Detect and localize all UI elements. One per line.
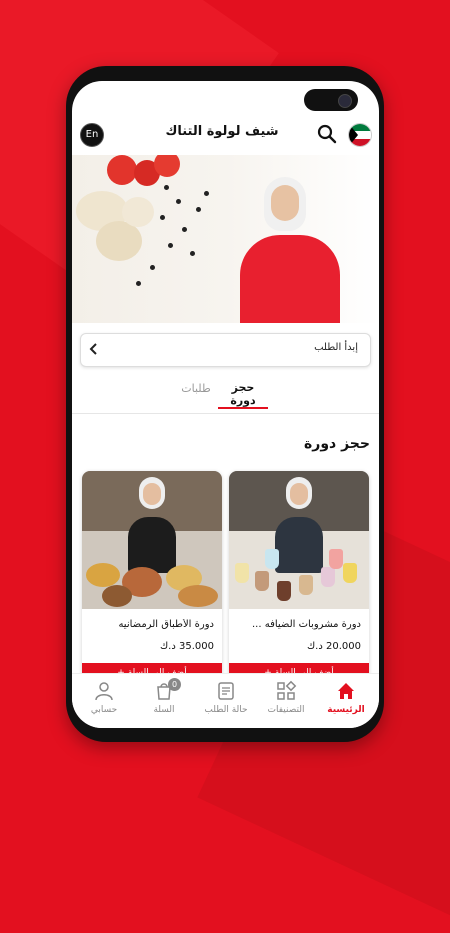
pepper-dot xyxy=(164,185,169,190)
nav-cart[interactable]: 0 السلة xyxy=(136,678,192,724)
user-icon xyxy=(95,682,113,701)
chef-photo xyxy=(271,185,299,221)
page-title: شيف لولوة التناك xyxy=(165,124,279,139)
pepper-dot xyxy=(176,199,181,204)
nav-label: التصنيفات xyxy=(267,705,305,715)
camera-icon xyxy=(338,94,352,108)
pepper-dot xyxy=(182,227,187,232)
start-order-selector[interactable]: إبدأ الطلب xyxy=(80,333,371,367)
home-icon xyxy=(338,683,354,699)
tab-bar: حجز دورة طلبات xyxy=(72,377,379,414)
pepper-dot xyxy=(168,243,173,248)
course-name: دورة الأطباق الرمضانيه xyxy=(118,619,214,630)
course-image xyxy=(229,471,369,609)
mushroom-image xyxy=(122,197,154,227)
pepper-dot xyxy=(190,251,195,256)
order-status-icon xyxy=(218,682,234,700)
course-card[interactable]: دورة الأطباق الرمضانيه 35.000 د.ك أضف إل… xyxy=(82,471,222,681)
nav-label: الرئيسية xyxy=(327,705,365,715)
cart-count-badge: 0 xyxy=(168,678,181,691)
nav-label: حسابي xyxy=(90,705,118,715)
course-name: دورة مشروبات الضيافه ... xyxy=(252,619,361,630)
nav-home[interactable]: الرئيسية xyxy=(318,680,374,724)
camera-notch xyxy=(304,89,358,111)
pepper-dot xyxy=(150,265,155,270)
course-card[interactable]: دورة مشروبات الضيافه ... 20.000 د.ك أضف … xyxy=(229,471,369,681)
categories-icon xyxy=(277,680,297,700)
nav-label: حالة الطلب xyxy=(204,705,248,715)
course-image xyxy=(82,471,222,609)
tomato-image xyxy=(107,155,137,185)
active-tab-indicator xyxy=(218,407,268,409)
course-price: 20.000 د.ك xyxy=(306,641,361,652)
mushroom-image xyxy=(96,221,142,261)
nav-order-status[interactable]: حالة الطلب xyxy=(198,680,254,724)
start-order-label: إبدأ الطلب xyxy=(314,342,358,353)
tomato-image xyxy=(154,155,180,177)
bottom-navigation: الرئيسية التصنيفات حالة الطلب 0 السلة حس… xyxy=(72,673,379,728)
tab-book-course[interactable]: حجز دورة xyxy=(218,381,268,407)
app-header: شيف لولوة التناك En xyxy=(72,119,379,149)
course-price: 35.000 د.ك xyxy=(159,641,214,652)
search-icon[interactable] xyxy=(316,123,338,145)
chef-photo xyxy=(240,235,340,323)
pepper-dot xyxy=(204,191,209,196)
section-title: حجز دورة xyxy=(304,436,370,452)
nav-label: السلة xyxy=(153,705,175,715)
tab-orders[interactable]: طلبات xyxy=(176,382,216,395)
kuwait-flag-icon[interactable] xyxy=(348,123,372,147)
nav-account[interactable]: حسابي xyxy=(76,680,132,724)
nav-categories[interactable]: التصنيفات xyxy=(258,680,314,724)
pepper-dot xyxy=(196,207,201,212)
app-screen: شيف لولوة التناك En إبدأ الطلب حجز دورة xyxy=(72,81,379,728)
pepper-dot xyxy=(160,215,165,220)
language-toggle-button[interactable]: En xyxy=(80,123,104,147)
pepper-dot xyxy=(136,281,141,286)
hero-banner[interactable] xyxy=(72,155,379,323)
chevron-left-icon xyxy=(89,342,99,359)
